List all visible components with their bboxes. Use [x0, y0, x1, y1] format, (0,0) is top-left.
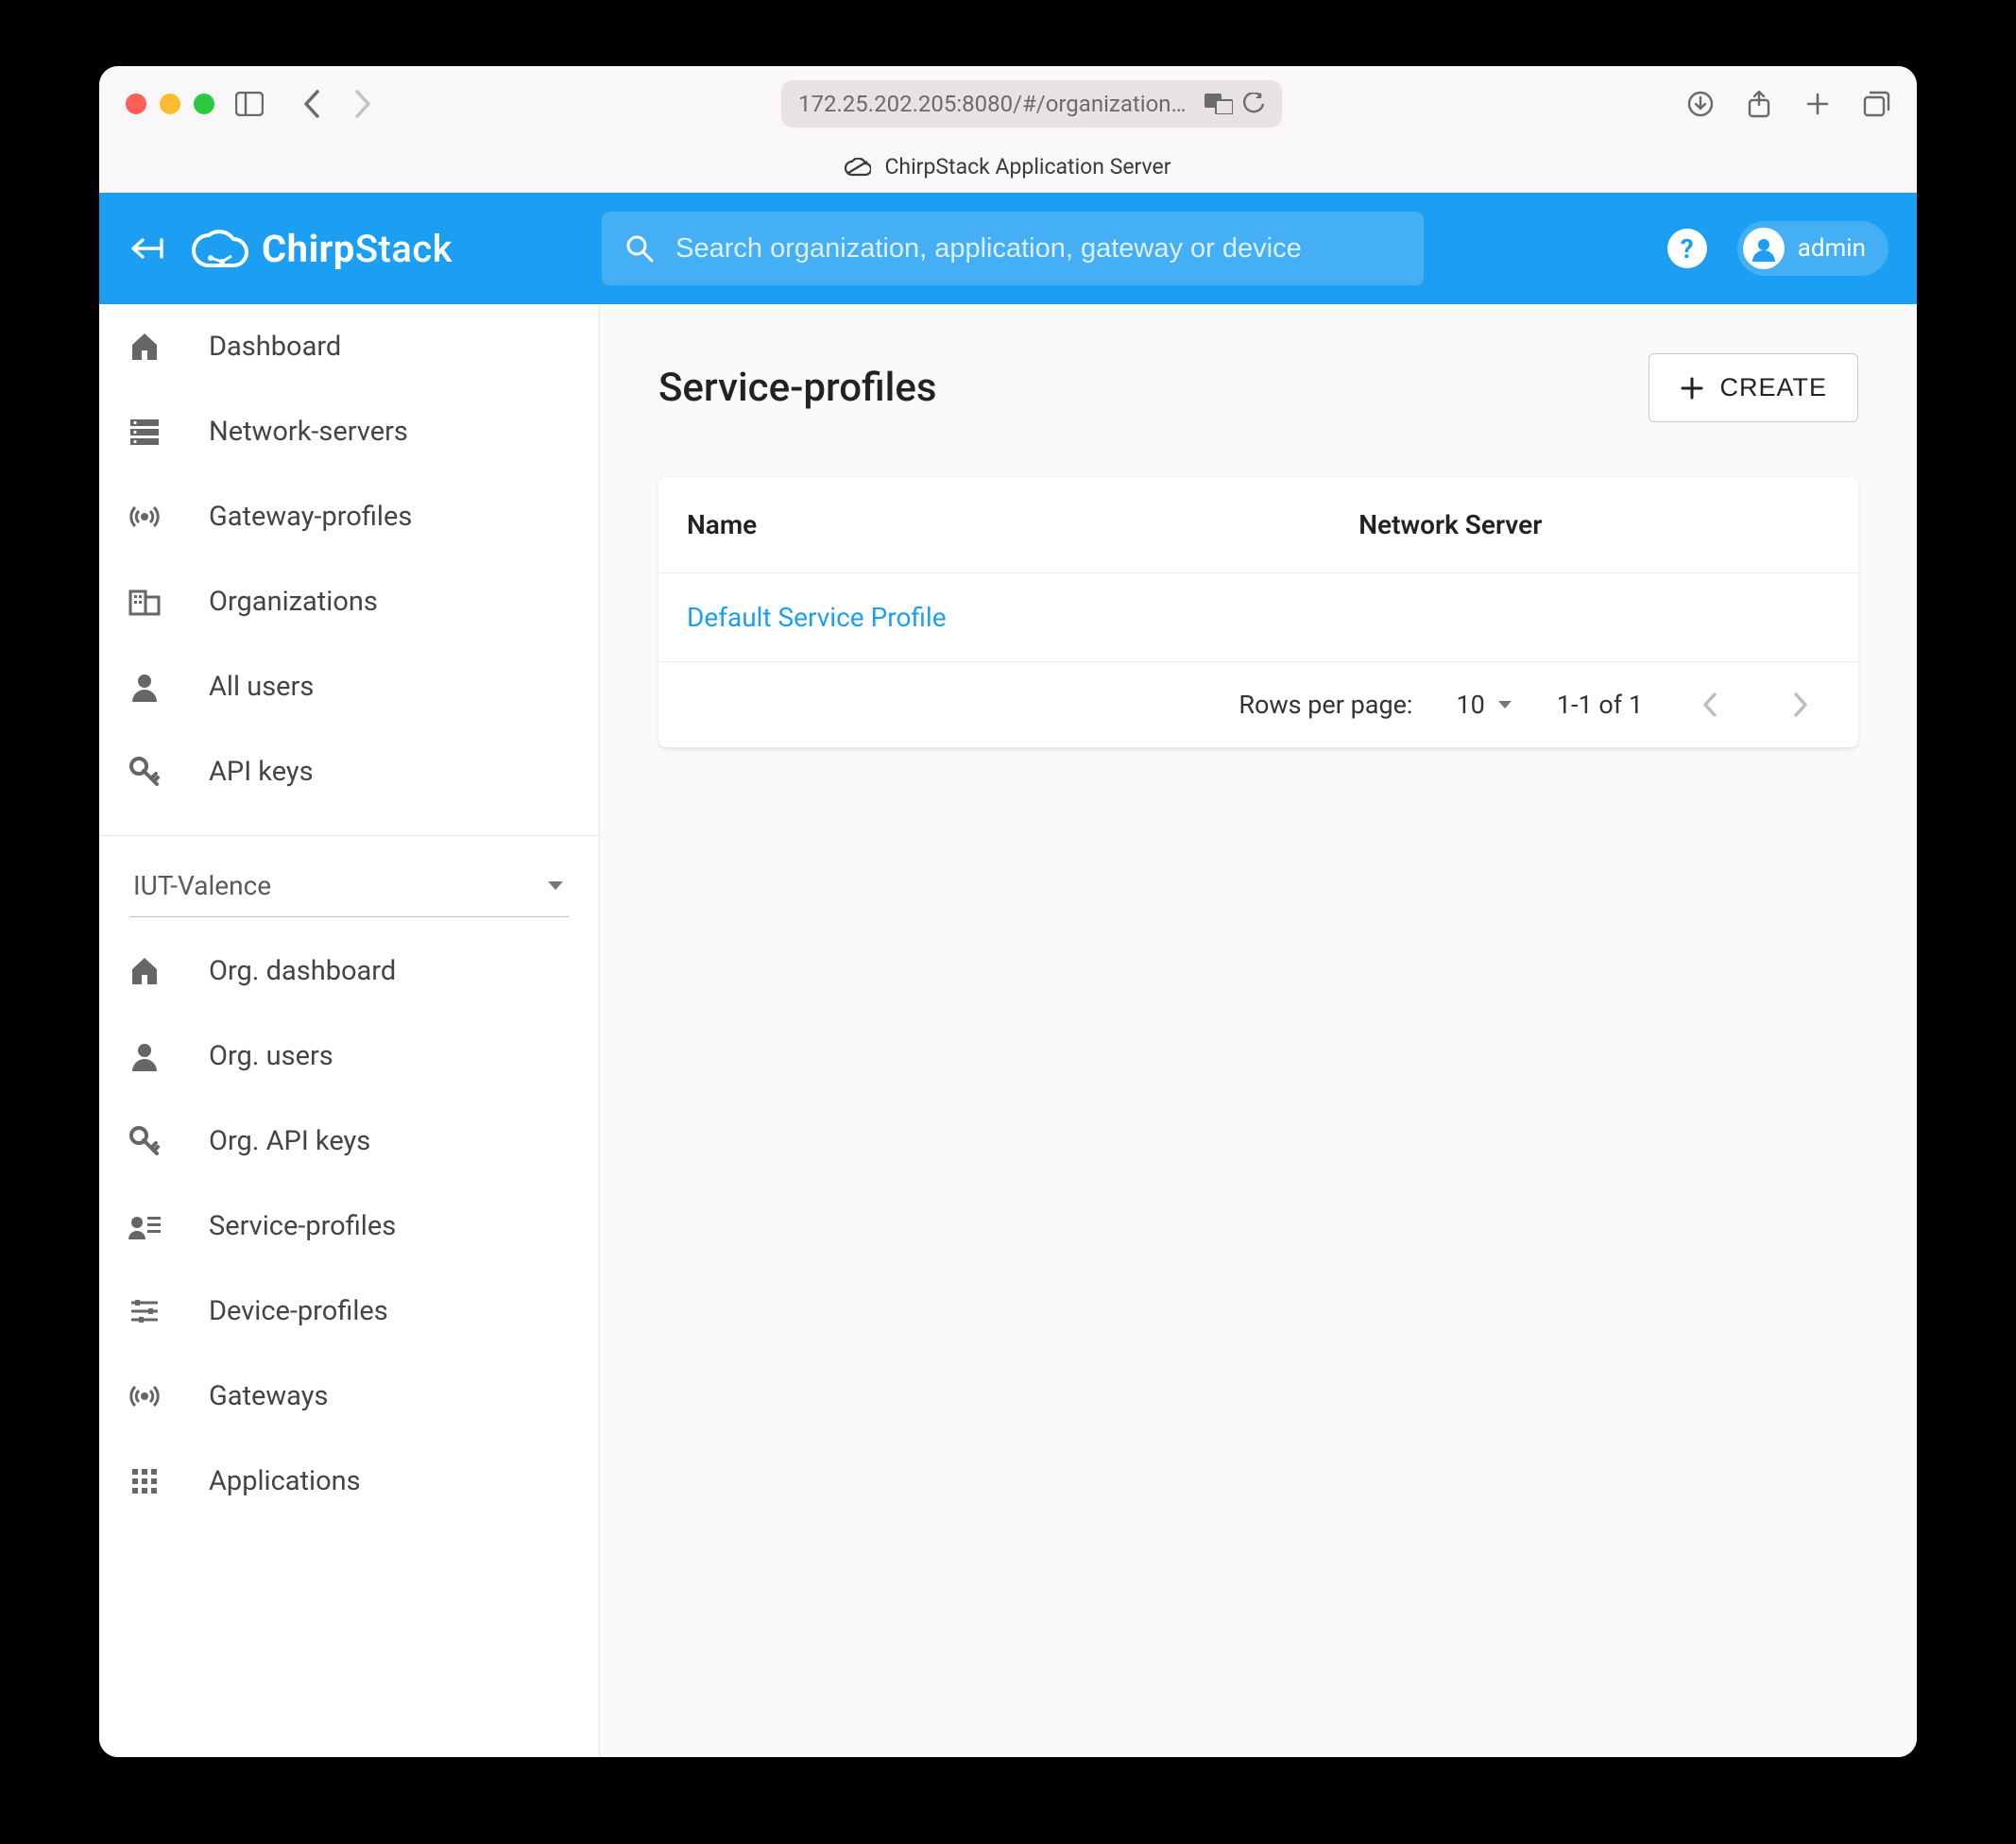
- close-window-button[interactable]: [126, 94, 146, 114]
- rows-per-page-label: Rows per page:: [1239, 690, 1412, 720]
- app-logo[interactable]: ChirpStack: [192, 227, 453, 271]
- service-profile-icon: [126, 1207, 163, 1245]
- sidebar-item-network-servers[interactable]: Network-servers: [99, 389, 599, 474]
- service-profile-link[interactable]: Default Service Profile: [687, 602, 947, 633]
- nav-item-label: Service-profiles: [209, 1210, 396, 1242]
- new-tab-icon[interactable]: [1803, 90, 1832, 118]
- antenna-icon: [126, 1377, 163, 1415]
- sidebar-item-gateway-profiles[interactable]: Gateway-profiles: [99, 474, 599, 559]
- sidebar-item-api-keys[interactable]: API keys: [99, 729, 599, 814]
- nav-item-label: API keys: [209, 756, 314, 788]
- sidebar-item-organizations[interactable]: Organizations: [99, 559, 599, 644]
- nav-item-label: Device-profiles: [209, 1295, 388, 1327]
- nav-back-icon[interactable]: [298, 90, 326, 118]
- column-header-name: Name: [658, 477, 1330, 573]
- servers-icon: [126, 413, 163, 451]
- search-box[interactable]: [602, 212, 1424, 285]
- url-bar[interactable]: 172.25.202.205:8080/#/organizations/2/se…: [781, 80, 1282, 128]
- sidebar-org-item-applications[interactable]: Applications: [99, 1439, 599, 1524]
- org-icon: [126, 583, 163, 621]
- user-icon: [126, 668, 163, 706]
- tab-title: ChirpStack Application Server: [884, 154, 1170, 179]
- next-page-button[interactable]: [1777, 685, 1824, 725]
- prev-page-button[interactable]: [1686, 685, 1734, 725]
- minimize-window-button[interactable]: [160, 94, 180, 114]
- column-header-network-server: Network Server: [1330, 477, 1858, 573]
- window-controls: [126, 94, 214, 114]
- tabs-overview-icon[interactable]: [1862, 90, 1890, 118]
- sidebar: Dashboard Network-servers Gateway-profiles…: [99, 304, 600, 1757]
- nav-item-label: Network-servers: [209, 416, 408, 448]
- table-card: Name Network Server Default Service Prof…: [658, 477, 1858, 747]
- nav-item-label: Org. dashboard: [209, 955, 396, 987]
- url-text: 172.25.202.205:8080/#/organizations/2/se…: [798, 91, 1195, 117]
- nav-forward-icon[interactable]: [349, 90, 377, 118]
- reload-icon[interactable]: [1242, 93, 1265, 115]
- cell-network-server: [1330, 573, 1858, 662]
- user-icon: [126, 1037, 163, 1075]
- antenna-icon: [126, 498, 163, 536]
- apps-icon: [126, 1462, 163, 1500]
- help-button[interactable]: ?: [1667, 229, 1707, 268]
- sidebar-toggle-icon[interactable]: [235, 90, 264, 118]
- create-button-label: CREATE: [1719, 373, 1827, 402]
- logo-text-primary: Chirp: [262, 227, 355, 271]
- maximize-window-button[interactable]: [194, 94, 214, 114]
- org-selector[interactable]: IUT-Valence: [129, 862, 569, 917]
- downloads-icon[interactable]: [1686, 90, 1715, 118]
- nav-item-label: Org. users: [209, 1040, 333, 1072]
- cell-name: Default Service Profile: [658, 573, 1330, 662]
- pagination-range: 1-1 of 1: [1557, 690, 1643, 720]
- tab-title-bar: ChirpStack Application Server: [99, 142, 1917, 193]
- rows-per-page-value: 10: [1456, 690, 1484, 720]
- key-icon: [126, 753, 163, 791]
- sidebar-item-all-users[interactable]: All users: [99, 644, 599, 729]
- user-avatar-icon: [1743, 228, 1785, 269]
- nav-item-label: Applications: [209, 1465, 361, 1497]
- nav-item-label: Dashboard: [209, 331, 341, 363]
- user-menu[interactable]: admin: [1737, 221, 1888, 276]
- sidebar-org-item-org-users[interactable]: Org. users: [99, 1014, 599, 1099]
- create-button[interactable]: CREATE: [1649, 353, 1858, 422]
- share-icon[interactable]: [1745, 90, 1773, 118]
- nav-item-label: Gateways: [209, 1380, 328, 1412]
- user-name-label: admin: [1798, 234, 1866, 263]
- org-selector-value: IUT-Valence: [133, 870, 271, 901]
- sidebar-divider: [99, 835, 599, 836]
- home-icon: [126, 952, 163, 990]
- search-input[interactable]: [675, 233, 1401, 265]
- nav-item-label: Org. API keys: [209, 1125, 370, 1157]
- key-icon: [126, 1122, 163, 1160]
- table-row: Default Service Profile: [658, 573, 1858, 662]
- sidebar-org-item-gateways[interactable]: Gateways: [99, 1354, 599, 1439]
- sidebar-org-item-org-api-keys[interactable]: Org. API keys: [99, 1099, 599, 1184]
- sidebar-org-item-device-profiles[interactable]: Device-profiles: [99, 1269, 599, 1354]
- nav-item-label: Organizations: [209, 586, 378, 618]
- nav-item-label: Gateway-profiles: [209, 501, 412, 533]
- browser-toolbar: 172.25.202.205:8080/#/organizations/2/se…: [99, 66, 1917, 142]
- rows-per-page-select[interactable]: 10: [1456, 690, 1512, 720]
- logo-text-secondary: Stack: [355, 227, 453, 271]
- plus-icon: [1680, 376, 1704, 401]
- nav-item-label: All users: [209, 671, 314, 703]
- drawer-back-icon[interactable]: [128, 234, 165, 263]
- home-icon: [126, 328, 163, 366]
- sidebar-item-dashboard[interactable]: Dashboard: [99, 304, 599, 389]
- sidebar-org-item-service-profiles[interactable]: Service-profiles: [99, 1184, 599, 1269]
- search-icon: [624, 233, 655, 264]
- cloud-icon: [845, 158, 871, 177]
- sidebar-org-item-org-dashboard[interactable]: Org. dashboard: [99, 929, 599, 1014]
- tune-icon: [126, 1292, 163, 1330]
- translate-icon[interactable]: [1204, 94, 1233, 114]
- chevron-down-icon: [546, 879, 565, 893]
- app-header: ChirpStack ? admin: [99, 193, 1917, 304]
- chevron-down-icon: [1496, 699, 1513, 710]
- table-header-row: Name Network Server: [658, 477, 1858, 573]
- page-title: Service-profiles: [658, 365, 937, 411]
- main-content: Service-profiles CREATE Name Networ: [600, 304, 1917, 1757]
